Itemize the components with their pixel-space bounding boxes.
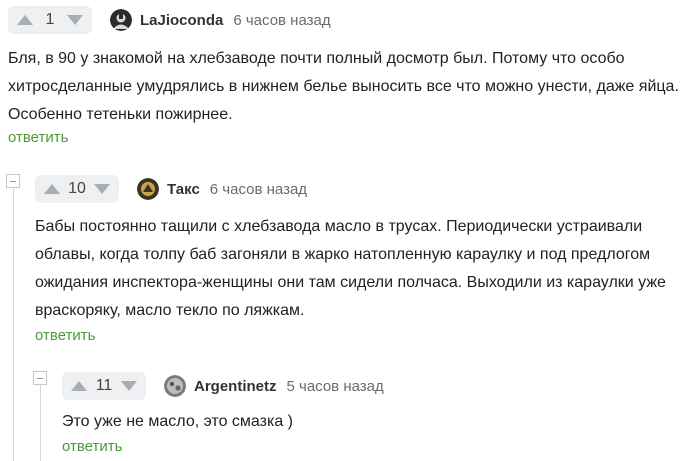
rating-count: 11 [95, 377, 113, 394]
author-name[interactable]: Такс [167, 181, 200, 198]
author-name[interactable]: LaJioconda [140, 12, 223, 29]
author-name[interactable]: Argentinetz [194, 378, 277, 395]
timestamp[interactable]: 6 часов назад [210, 181, 307, 198]
arrow-up-icon [44, 184, 60, 194]
comment-header: 1 LaJioconda 6 часов назад [8, 2, 698, 38]
timestamp[interactable]: 6 часов назад [233, 12, 330, 29]
user-avatar-icon [137, 178, 159, 200]
rating-control: 11 [62, 372, 146, 400]
reply-link[interactable]: ответить [35, 327, 95, 344]
user-avatar-icon [164, 375, 186, 397]
downvote-button[interactable] [120, 379, 138, 393]
avatar[interactable] [164, 375, 186, 397]
arrow-up-icon [17, 15, 33, 25]
avatar[interactable] [110, 9, 132, 31]
reply-link[interactable]: ответить [8, 129, 68, 146]
comment-text: Это уже не масло, это смазка ) [62, 413, 293, 430]
arrow-down-icon [67, 15, 83, 25]
downvote-button[interactable] [93, 182, 111, 196]
comment-text: Бабы постоянно тащили с хлебзавода масло… [35, 218, 666, 319]
comment-argentinetz: 11 Argentinetz 5 часов назад Это уже не … [62, 368, 697, 456]
upvote-button[interactable] [43, 182, 61, 196]
arrow-up-icon [71, 381, 87, 391]
collapse-button[interactable] [6, 174, 20, 188]
user-avatar-icon [110, 9, 132, 31]
thread-line-level2 [40, 382, 41, 461]
upvote-button[interactable] [16, 13, 34, 27]
rating-count: 1 [45, 11, 55, 28]
rating-count: 10 [68, 180, 86, 197]
minus-icon [10, 180, 16, 182]
rating-control: 10 [35, 175, 119, 203]
arrow-down-icon [94, 184, 110, 194]
comment-header: 10 Такс 6 часов назад [35, 171, 697, 207]
comment-header: 11 Argentinetz 5 часов назад [62, 368, 697, 404]
minus-icon [37, 377, 43, 379]
collapse-button[interactable] [33, 371, 47, 385]
reply-link[interactable]: ответить [62, 438, 122, 455]
upvote-button[interactable] [70, 379, 88, 393]
avatar[interactable] [137, 178, 159, 200]
arrow-down-icon [121, 381, 137, 391]
rating-control: 1 [8, 6, 92, 34]
downvote-button[interactable] [66, 13, 84, 27]
timestamp[interactable]: 5 часов назад [287, 378, 384, 395]
comment-text: Бля, в 90 у знакомой на хлебзаводе почти… [8, 50, 679, 123]
comment-lajioconda: 1 LaJioconda 6 часов назад Бля, в 90 у з… [8, 2, 698, 147]
comment-taks: 10 Такс 6 часов назад Бабы постоянно тащ… [35, 171, 697, 345]
thread-line-level1 [13, 185, 14, 461]
